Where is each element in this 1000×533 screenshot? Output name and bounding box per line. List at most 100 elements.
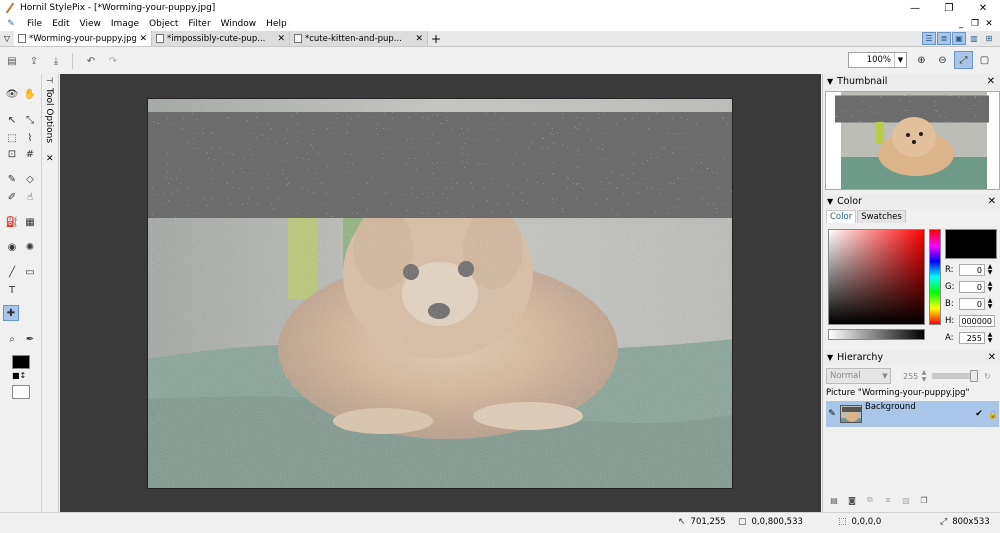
- opacity-slider-handle[interactable]: [970, 370, 978, 382]
- hierarchy-toggle-icon[interactable]: ≣: [937, 32, 951, 45]
- tab-close-icon[interactable]: ✕: [277, 34, 285, 44]
- thumbnail-toggle-icon[interactable]: ▣: [952, 32, 966, 45]
- histogram-toggle-icon[interactable]: ▥: [967, 32, 981, 45]
- export-layer-icon[interactable]: ▧: [898, 493, 914, 507]
- chevron-down-icon[interactable]: ▼: [894, 53, 906, 67]
- smudge-icon[interactable]: ☝: [22, 189, 38, 205]
- blue-input[interactable]: 0: [959, 297, 985, 310]
- close-button[interactable]: ✕: [966, 0, 1000, 16]
- fit-to-window-icon[interactable]: ⤢: [954, 51, 973, 69]
- red-stepper-icon[interactable]: ▲ ▼: [985, 263, 995, 276]
- tab-close-icon[interactable]: ✕: [415, 34, 423, 44]
- tool-options-close-icon[interactable]: ✕: [46, 154, 54, 164]
- opacity-value[interactable]: 255: [903, 372, 919, 381]
- healing-bandage-icon[interactable]: ✚: [3, 305, 19, 321]
- hand-pan-icon[interactable]: ✋: [22, 86, 38, 102]
- shape-rect-icon[interactable]: ▭: [22, 264, 38, 280]
- hierarchy-close-icon[interactable]: ✕: [988, 352, 996, 363]
- opacity-slider[interactable]: [932, 370, 978, 382]
- saturation-value-picker[interactable]: [828, 229, 925, 325]
- red-eye-icon[interactable]: ◉: [4, 239, 20, 255]
- menu-file[interactable]: File: [22, 19, 47, 29]
- eraser-icon[interactable]: ◇: [22, 171, 38, 187]
- collapse-chevron-icon[interactable]: ▼: [827, 77, 833, 86]
- menu-edit[interactable]: Edit: [47, 19, 74, 29]
- duplicate-layer-icon[interactable]: ⧉: [862, 493, 878, 507]
- lock-icon[interactable]: 🔒: [987, 410, 999, 419]
- line-icon[interactable]: ╱: [4, 264, 20, 280]
- menu-view[interactable]: View: [75, 19, 106, 29]
- tab-impossibly-cute-puppy[interactable]: *impossibly-cute-pup... ✕: [152, 31, 290, 46]
- tool-options-label[interactable]: Tool Options: [44, 88, 54, 143]
- save-download-icon[interactable]: ⤓: [46, 51, 66, 71]
- tool-options-toggle-icon[interactable]: ☰: [922, 32, 936, 45]
- green-input[interactable]: 0: [959, 280, 985, 293]
- hierarchy-panel-header[interactable]: ▼ Hierarchy ✕: [823, 350, 1000, 365]
- transform-icon[interactable]: ⤡: [22, 112, 38, 128]
- color-panel-header[interactable]: ▼ Color ✕: [823, 194, 1000, 209]
- tab-worming-your-puppy[interactable]: *Worming-your-puppy.jpg ✕: [14, 31, 152, 46]
- actual-size-icon[interactable]: ▢: [975, 51, 994, 69]
- zoom-in-icon[interactable]: ⊕: [912, 51, 931, 69]
- canvas-area[interactable]: [60, 74, 821, 512]
- pin-icon[interactable]: ⊣: [46, 76, 53, 85]
- redo-icon[interactable]: ↷: [103, 51, 123, 71]
- clone-stamp-icon[interactable]: ✐: [4, 189, 20, 205]
- layer-row-background[interactable]: ✎ Background ✔ 🔒: [826, 401, 999, 427]
- fill-bucket-icon[interactable]: ⛽: [4, 214, 20, 230]
- open-upload-icon[interactable]: ⇪: [24, 51, 44, 71]
- document-close-button[interactable]: ✕: [982, 19, 996, 29]
- eyedropper-icon[interactable]: ✒: [22, 331, 38, 347]
- magic-wand-icon[interactable]: ✺: [22, 239, 38, 255]
- maximize-button[interactable]: ❐: [932, 0, 966, 16]
- tab-list-chevron-icon[interactable]: ▽: [0, 31, 14, 46]
- menu-filter[interactable]: Filter: [183, 19, 215, 29]
- swap-colors-icon[interactable]: ■↕: [12, 371, 26, 380]
- thumbnail-preview[interactable]: [825, 91, 1000, 190]
- hue-slider[interactable]: [929, 229, 941, 325]
- menu-image[interactable]: Image: [106, 19, 144, 29]
- move-arrow-icon[interactable]: ↖: [4, 112, 20, 128]
- menu-object[interactable]: Object: [144, 19, 183, 29]
- visibility-check-icon[interactable]: ✔: [973, 409, 985, 419]
- camera-snapshot-icon[interactable]: ◙: [844, 493, 860, 507]
- reset-icon[interactable]: ↻: [984, 372, 991, 381]
- blend-mode-select[interactable]: Normal ▼: [826, 368, 891, 384]
- collapse-chevron-icon[interactable]: ▼: [827, 353, 833, 362]
- merge-layer-icon[interactable]: ⧈: [880, 493, 896, 507]
- green-stepper-icon[interactable]: ▲ ▼: [985, 280, 995, 293]
- menu-help[interactable]: Help: [261, 19, 292, 29]
- alpha-stepper-icon[interactable]: ▲ ▼: [985, 331, 995, 344]
- tab-swatches[interactable]: Swatches: [857, 210, 906, 223]
- alpha-input[interactable]: 255: [959, 331, 985, 344]
- tab-cute-kitten-and-puppy[interactable]: *cute-kitten-and-pup... ✕: [290, 31, 428, 46]
- thumbnail-close-icon[interactable]: ✕: [987, 76, 995, 87]
- panel-menu-icon[interactable]: ⊞: [982, 32, 996, 45]
- minimize-button[interactable]: —: [898, 0, 932, 16]
- brush-icon[interactable]: ✎: [4, 171, 20, 187]
- lasso-select-icon[interactable]: ⌇: [22, 130, 38, 146]
- slice-icon[interactable]: #: [22, 146, 38, 162]
- red-input[interactable]: 0: [959, 263, 985, 276]
- menu-window[interactable]: Window: [216, 19, 262, 29]
- opacity-stepper-icon[interactable]: ▲ ▼: [919, 369, 929, 383]
- layer-properties-icon[interactable]: ❐: [916, 493, 932, 507]
- new-tab-button[interactable]: +: [428, 31, 444, 46]
- new-layer-icon[interactable]: ▤: [826, 493, 842, 507]
- zoom-out-icon[interactable]: ⊖: [933, 51, 952, 69]
- crop-icon[interactable]: ⊡: [4, 146, 20, 162]
- color-close-icon[interactable]: ✕: [988, 196, 996, 207]
- tab-close-icon[interactable]: ✕: [139, 34, 147, 44]
- alpha-slider[interactable]: [828, 329, 925, 340]
- view-eye-icon[interactable]: 👁: [4, 86, 20, 102]
- document-image[interactable]: [147, 98, 733, 489]
- foreground-color-swatch[interactable]: [12, 355, 30, 369]
- rect-select-icon[interactable]: ⬚: [4, 130, 20, 146]
- undo-icon[interactable]: ↶: [81, 51, 101, 71]
- document-minimize-button[interactable]: _: [954, 19, 968, 29]
- tab-color[interactable]: Color: [826, 210, 857, 223]
- new-document-icon[interactable]: ▤: [2, 51, 22, 71]
- gradient-icon[interactable]: ▦: [22, 214, 38, 230]
- thumbnail-panel-header[interactable]: ▼ Thumbnail ✕: [823, 74, 1000, 89]
- document-menu-icon[interactable]: ✎: [4, 18, 18, 30]
